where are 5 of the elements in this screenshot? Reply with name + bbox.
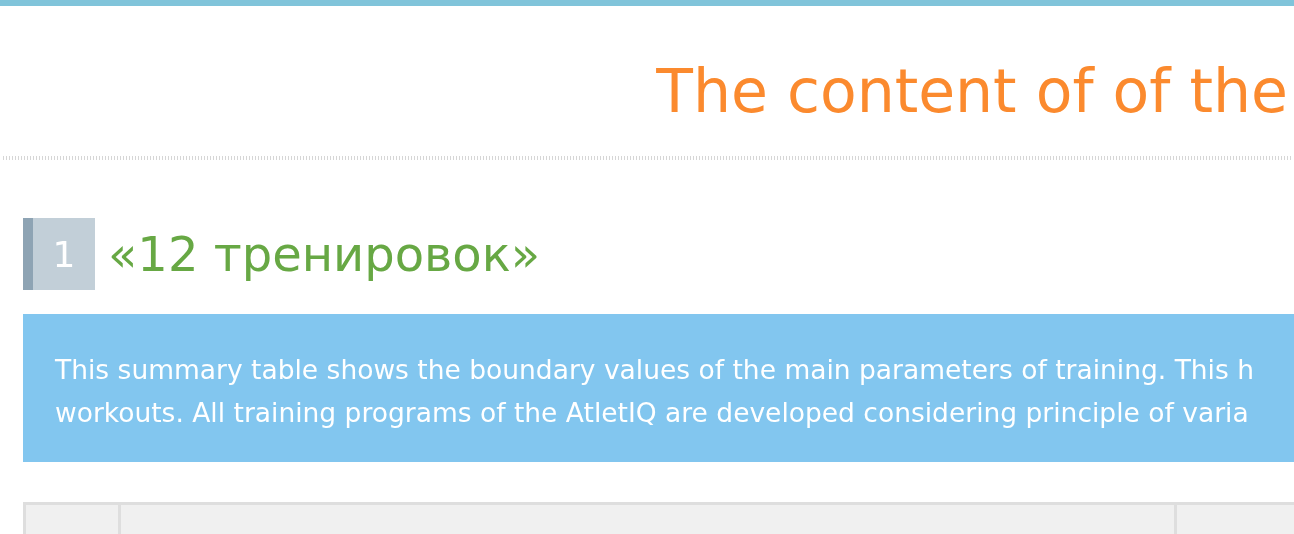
section-title: «12 тренировок» — [108, 226, 541, 282]
page-title: The content of of the — [656, 55, 1288, 128]
section-number: 1 — [23, 218, 95, 290]
info-text: This summary table shows the boundary values of the main parameters of training. This h — [55, 353, 1255, 387]
info-text: workouts. All training programs of the AtletIQ are developed considering principle of varia — [55, 396, 1250, 430]
